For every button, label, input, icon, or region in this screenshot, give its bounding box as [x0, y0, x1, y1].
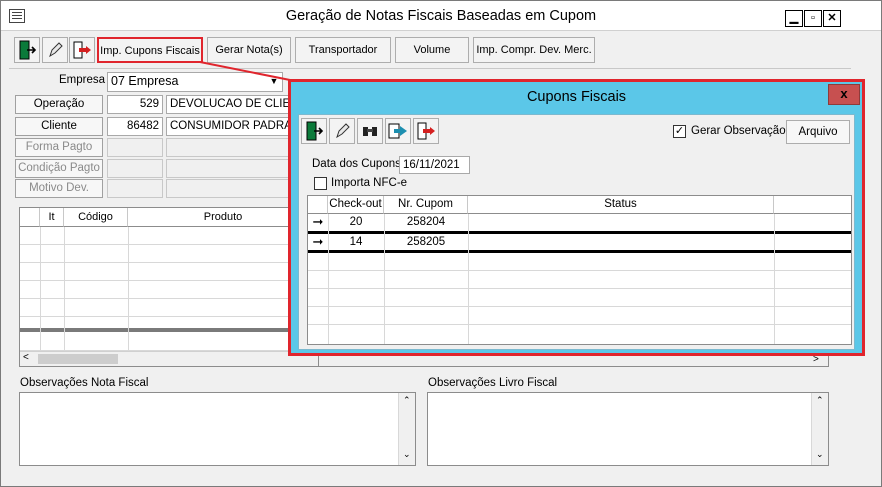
import-arrow-icon: [388, 123, 407, 139]
table-cell-cupom[interactable]: 258205: [384, 234, 468, 251]
grid-col-line: [384, 214, 385, 344]
column-header-checkout[interactable]: Check-out: [328, 196, 384, 214]
table-cell-status[interactable]: [468, 214, 774, 232]
grid-corner: [308, 196, 328, 214]
dialog-title: Cupons Fiscais: [526, 89, 627, 105]
data-cupons-field[interactable]: 16/11/2021: [399, 156, 470, 174]
table-cell-cupom[interactable]: 258204: [384, 214, 468, 232]
grid-col-line: [774, 214, 775, 344]
column-header-nr-cupom[interactable]: Nr. Cupom: [384, 196, 468, 214]
importa-nfce-checkbox[interactable]: [314, 177, 327, 190]
gerar-observacao-label: Gerar Observação: [691, 125, 786, 137]
data-cupons-label: Data dos Cupons: [312, 158, 401, 170]
dialog-edit-button[interactable]: [329, 118, 355, 144]
exit-door-icon: [306, 121, 324, 141]
row-separator: [308, 250, 851, 253]
row-indicator-arrow-icon: ➞: [312, 214, 324, 229]
importa-nfce-label: Importa NFC-e: [331, 177, 408, 189]
grid-line: [308, 306, 851, 307]
gerar-observacao-checkbox[interactable]: ✓: [673, 125, 686, 138]
dialog-exit-arrow-button[interactable]: [413, 118, 439, 144]
dialog-search-button[interactable]: [357, 118, 383, 144]
grid-line: [308, 324, 851, 325]
column-header-status[interactable]: Status: [468, 196, 774, 214]
exit-arrow-icon: [417, 122, 435, 140]
table-cell-status[interactable]: [468, 234, 774, 251]
grid-line: [308, 270, 851, 271]
pencil-icon: [336, 123, 350, 139]
arquivo-button[interactable]: Arquivo: [786, 120, 850, 144]
cupons-fiscais-dialog: Cupons Fiscais x ✓ Gerar Observação Arqu…: [288, 79, 865, 356]
dialog-close-button[interactable]: x: [828, 84, 860, 105]
grid-line: [308, 288, 851, 289]
row-indicator-arrow-icon: ➞: [312, 234, 324, 249]
dialog-body: ✓ Gerar Observação Arquivo Data dos Cupo…: [298, 114, 855, 350]
grid-col-line: [468, 214, 469, 344]
dialog-import-button[interactable]: [385, 118, 411, 144]
grid-col-line: [328, 214, 329, 344]
dialog-exit-button[interactable]: [301, 118, 327, 144]
table-cell-checkout[interactable]: 20: [328, 214, 384, 232]
binoculars-icon: [363, 127, 377, 136]
column-header-empty: [774, 196, 851, 214]
cupons-grid[interactable]: Check-out Nr. Cupom Status ➞ 20 258204 ➞…: [307, 195, 852, 345]
table-cell-checkout[interactable]: 14: [328, 234, 384, 251]
